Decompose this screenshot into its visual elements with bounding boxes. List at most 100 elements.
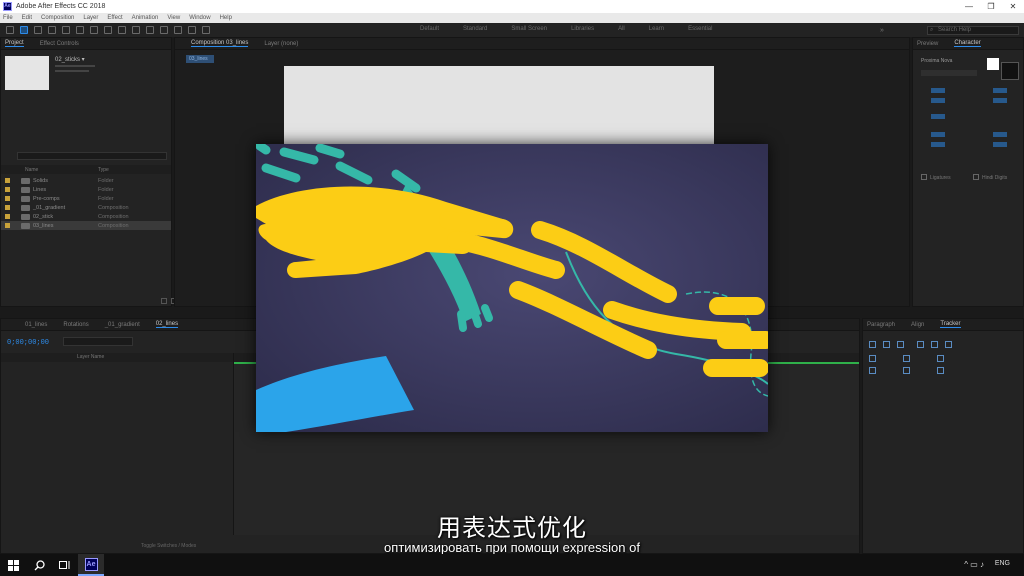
tab-composition[interactable]: Composition 03_lines — [191, 40, 249, 47]
eraser-tool-icon[interactable] — [174, 26, 182, 34]
hindi-digits-checkbox[interactable] — [973, 174, 979, 180]
align-middle-icon[interactable] — [931, 341, 938, 348]
menu-effect[interactable]: Effect — [107, 15, 122, 21]
distribute-top-icon[interactable] — [869, 367, 876, 374]
help-search-input[interactable]: ⌕ Search Help — [927, 26, 1019, 35]
tab-effect-controls[interactable]: Effect Controls — [40, 41, 79, 47]
tracking-value[interactable] — [993, 98, 1007, 103]
label-color-icon[interactable] — [5, 178, 10, 183]
distribute-left-icon[interactable] — [869, 355, 876, 362]
list-item[interactable]: Solids Folder — [1, 176, 171, 185]
label-color-icon[interactable] — [5, 187, 10, 192]
column-name[interactable]: Name — [25, 167, 38, 173]
roto-tool-icon[interactable] — [188, 26, 196, 34]
workspace-small-screen[interactable]: Small Screen — [511, 26, 547, 32]
workspace-libraries[interactable]: Libraries — [571, 26, 594, 32]
tab-timeline-rotations[interactable]: Rotations — [63, 322, 88, 328]
list-item[interactable]: Pre-comps Folder — [1, 194, 171, 203]
list-item[interactable]: _01_gradient Composition — [1, 203, 171, 212]
restore-icon[interactable]: ❐ — [980, 0, 1002, 13]
camera-tool-icon[interactable] — [76, 26, 84, 34]
workspace-all[interactable]: All — [618, 26, 625, 32]
zoom-tool-icon[interactable] — [48, 26, 56, 34]
align-bottom-icon[interactable] — [945, 341, 952, 348]
workspace-overflow-icon[interactable]: » — [880, 27, 884, 34]
fill-color-swatch[interactable] — [987, 58, 999, 70]
tab-align[interactable]: Align — [911, 322, 924, 328]
workspace-default[interactable]: Default — [420, 26, 439, 32]
tab-layer[interactable]: Layer (none) — [264, 41, 298, 47]
puppet-tool-icon[interactable] — [202, 26, 210, 34]
task-view-button[interactable] — [52, 554, 78, 576]
list-item[interactable]: 03_lines Composition — [1, 221, 171, 230]
label-color-icon[interactable] — [5, 205, 10, 210]
workspace-essential[interactable]: Essential — [688, 26, 712, 32]
pen-tool-icon[interactable] — [118, 26, 126, 34]
taskbar-after-effects[interactable]: Ae — [78, 554, 104, 576]
font-style-dropdown[interactable] — [921, 70, 977, 76]
tab-paragraph[interactable]: Paragraph — [867, 322, 895, 328]
composition-breadcrumb[interactable]: 03_lines — [186, 55, 214, 63]
font-size-value[interactable] — [931, 88, 945, 93]
type-tool-icon[interactable] — [132, 26, 140, 34]
menu-composition[interactable]: Composition — [41, 15, 74, 21]
align-left-icon[interactable] — [869, 341, 876, 348]
align-right-icon[interactable] — [897, 341, 904, 348]
stroke-width-value[interactable] — [931, 114, 945, 119]
current-time-display[interactable]: 0;00;00;00 — [7, 339, 49, 347]
menu-view[interactable]: View — [167, 15, 180, 21]
pan-behind-tool-icon[interactable] — [90, 26, 98, 34]
clone-tool-icon[interactable] — [160, 26, 168, 34]
tab-character[interactable]: Character — [954, 40, 981, 47]
menu-layer[interactable]: Layer — [83, 15, 98, 21]
menu-animation[interactable]: Animation — [132, 15, 159, 21]
project-search-input[interactable] — [17, 152, 167, 160]
list-item[interactable]: 02_stick Composition — [1, 212, 171, 221]
brush-tool-icon[interactable] — [146, 26, 154, 34]
selection-tool-icon[interactable] — [20, 26, 28, 34]
tab-project[interactable]: Project — [5, 40, 24, 47]
new-folder-icon[interactable] — [161, 298, 167, 304]
tab-tracker[interactable]: Tracker — [940, 321, 961, 328]
ligatures-checkbox[interactable] — [921, 174, 927, 180]
vertical-scale-value[interactable] — [931, 132, 945, 137]
tab-timeline-02-lines[interactable]: 02_lines — [155, 321, 179, 328]
tab-preview[interactable]: Preview — [917, 41, 938, 47]
list-item[interactable]: Lines Folder — [1, 185, 171, 194]
distribute-bottom-icon[interactable] — [937, 367, 944, 374]
input-language-indicator[interactable]: ENG — [995, 560, 1010, 567]
shape-tool-icon[interactable] — [104, 26, 112, 34]
horizontal-scale-value[interactable] — [993, 132, 1007, 137]
kerning-value[interactable] — [931, 98, 945, 103]
home-tool-icon[interactable] — [6, 26, 14, 34]
menu-window[interactable]: Window — [189, 15, 210, 21]
tab-timeline-01-lines[interactable]: 01_lines — [25, 322, 47, 328]
taskbar-search-button[interactable] — [26, 554, 52, 576]
label-color-icon[interactable] — [5, 223, 10, 228]
label-color-icon[interactable] — [5, 196, 10, 201]
distribute-center-icon[interactable] — [903, 355, 910, 362]
windows-start-button[interactable] — [0, 554, 26, 576]
align-top-icon[interactable] — [917, 341, 924, 348]
stroke-color-swatch[interactable] — [1001, 62, 1019, 80]
menu-edit[interactable]: Edit — [22, 15, 32, 21]
menu-help[interactable]: Help — [220, 15, 232, 21]
close-icon[interactable]: ✕ — [1002, 0, 1024, 13]
workspace-standard[interactable]: Standard — [463, 26, 487, 32]
column-type[interactable]: Type — [98, 167, 109, 173]
tab-timeline-01-gradient[interactable]: _01_gradient — [105, 322, 140, 328]
system-tray-icons[interactable]: ^ ▭ ♪ — [964, 560, 984, 569]
baseline-shift-value[interactable] — [931, 142, 945, 147]
rotate-tool-icon[interactable] — [62, 26, 70, 34]
align-center-icon[interactable] — [883, 341, 890, 348]
minimize-icon[interactable]: — — [958, 0, 980, 13]
composition-canvas[interactable] — [284, 66, 714, 146]
workspace-learn[interactable]: Learn — [649, 26, 664, 32]
distribute-middle-icon[interactable] — [903, 367, 910, 374]
hand-tool-icon[interactable] — [34, 26, 42, 34]
menu-file[interactable]: File — [3, 15, 13, 21]
timeline-search-input[interactable] — [63, 337, 133, 346]
tsume-value[interactable] — [993, 142, 1007, 147]
layer-name-column[interactable]: Layer Name — [77, 354, 104, 360]
font-family-dropdown[interactable]: Proxima Nova — [921, 58, 952, 64]
